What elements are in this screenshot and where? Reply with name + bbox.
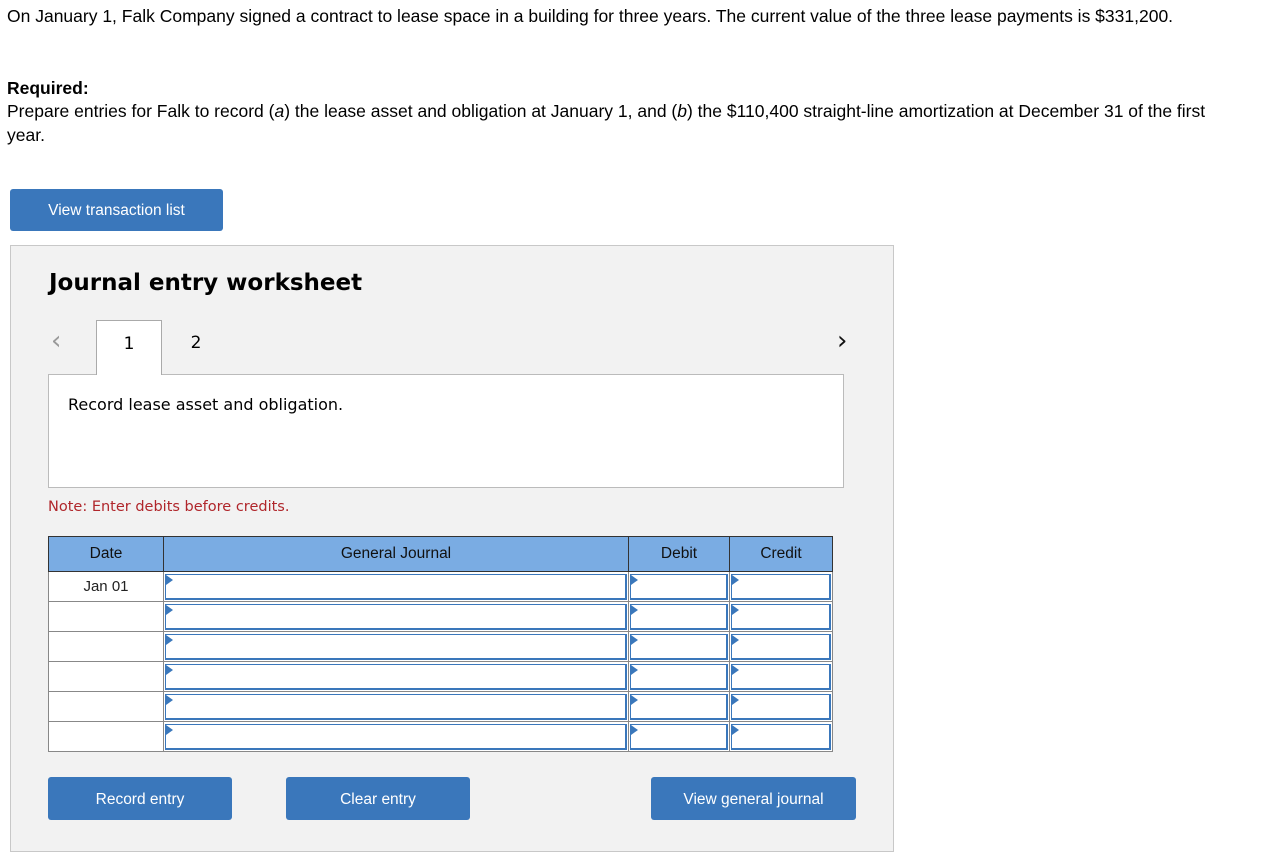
debit-input[interactable]	[630, 603, 728, 630]
header-general-journal: General Journal	[163, 536, 629, 572]
header-debit: Debit	[628, 536, 730, 572]
header-date: Date	[48, 536, 164, 572]
debit-cell	[628, 631, 730, 662]
record-entry-button[interactable]: Record entry	[48, 777, 232, 820]
credit-input[interactable]	[731, 693, 831, 720]
debit-input[interactable]	[630, 693, 728, 720]
view-transaction-list-button[interactable]: View transaction list	[10, 189, 223, 231]
required-text: Prepare entries for Falk to record (a) t…	[7, 101, 1206, 145]
debit-input[interactable]	[630, 663, 728, 690]
credit-input[interactable]	[731, 723, 831, 750]
entry-description: Record lease asset and obligation.	[68, 395, 344, 414]
account-input[interactable]	[165, 663, 627, 690]
journal-row	[48, 601, 833, 632]
credit-cell	[729, 691, 833, 722]
credit-cell	[729, 571, 833, 602]
journal-row	[48, 691, 833, 722]
account-cell	[163, 631, 629, 662]
credit-cell	[729, 721, 833, 752]
problem-intro: On January 1, Falk Company signed a cont…	[7, 6, 1174, 26]
credit-input[interactable]	[731, 603, 831, 630]
journal-row	[48, 631, 833, 662]
journal-row	[48, 721, 833, 752]
account-cell	[163, 571, 629, 602]
journal-row	[48, 661, 833, 692]
journal-table: Date General Journal Debit Credit Jan 01	[48, 536, 833, 752]
credit-cell	[729, 631, 833, 662]
debit-cell	[628, 571, 730, 602]
chevron-left-icon[interactable]: ‹	[51, 326, 61, 356]
debit-cell	[628, 661, 730, 692]
credit-input[interactable]	[731, 573, 831, 600]
credit-cell	[729, 601, 833, 632]
date-cell[interactable]	[48, 721, 164, 752]
debit-cell	[628, 601, 730, 632]
tab-1[interactable]: 1	[96, 320, 162, 375]
account-input[interactable]	[165, 723, 627, 750]
account-input[interactable]	[165, 573, 627, 600]
account-input[interactable]	[165, 603, 627, 630]
date-cell[interactable]	[48, 631, 164, 662]
debit-input[interactable]	[630, 633, 728, 660]
account-cell	[163, 691, 629, 722]
date-cell[interactable]	[48, 661, 164, 692]
note-text: Note: Enter debits before credits.	[48, 499, 290, 515]
chevron-right-icon[interactable]: ›	[837, 326, 847, 356]
debit-input[interactable]	[630, 723, 728, 750]
debit-input[interactable]	[630, 573, 728, 600]
credit-input[interactable]	[731, 633, 831, 660]
journal-row: Jan 01	[48, 571, 833, 602]
account-cell	[163, 721, 629, 752]
debit-cell	[628, 721, 730, 752]
tab-2[interactable]: 2	[163, 320, 229, 375]
date-cell[interactable]	[48, 691, 164, 722]
worksheet-title: Journal entry worksheet	[49, 270, 363, 296]
account-input[interactable]	[165, 633, 627, 660]
date-cell[interactable]	[48, 601, 164, 632]
clear-entry-button[interactable]: Clear entry	[286, 777, 470, 820]
header-credit: Credit	[729, 536, 833, 572]
credit-cell	[729, 661, 833, 692]
credit-input[interactable]	[731, 663, 831, 690]
account-input[interactable]	[165, 693, 627, 720]
required-label: Required:	[7, 78, 89, 98]
date-cell[interactable]: Jan 01	[48, 571, 164, 602]
debit-cell	[628, 691, 730, 722]
journal-entry-worksheet-panel: Journal entry worksheet ‹ 1 2 › Record l…	[10, 245, 894, 852]
entry-description-box: Record lease asset and obligation.	[48, 374, 844, 488]
account-cell	[163, 601, 629, 632]
view-general-journal-button[interactable]: View general journal	[651, 777, 856, 820]
journal-header-row: Date General Journal Debit Credit	[48, 536, 833, 572]
account-cell	[163, 661, 629, 692]
